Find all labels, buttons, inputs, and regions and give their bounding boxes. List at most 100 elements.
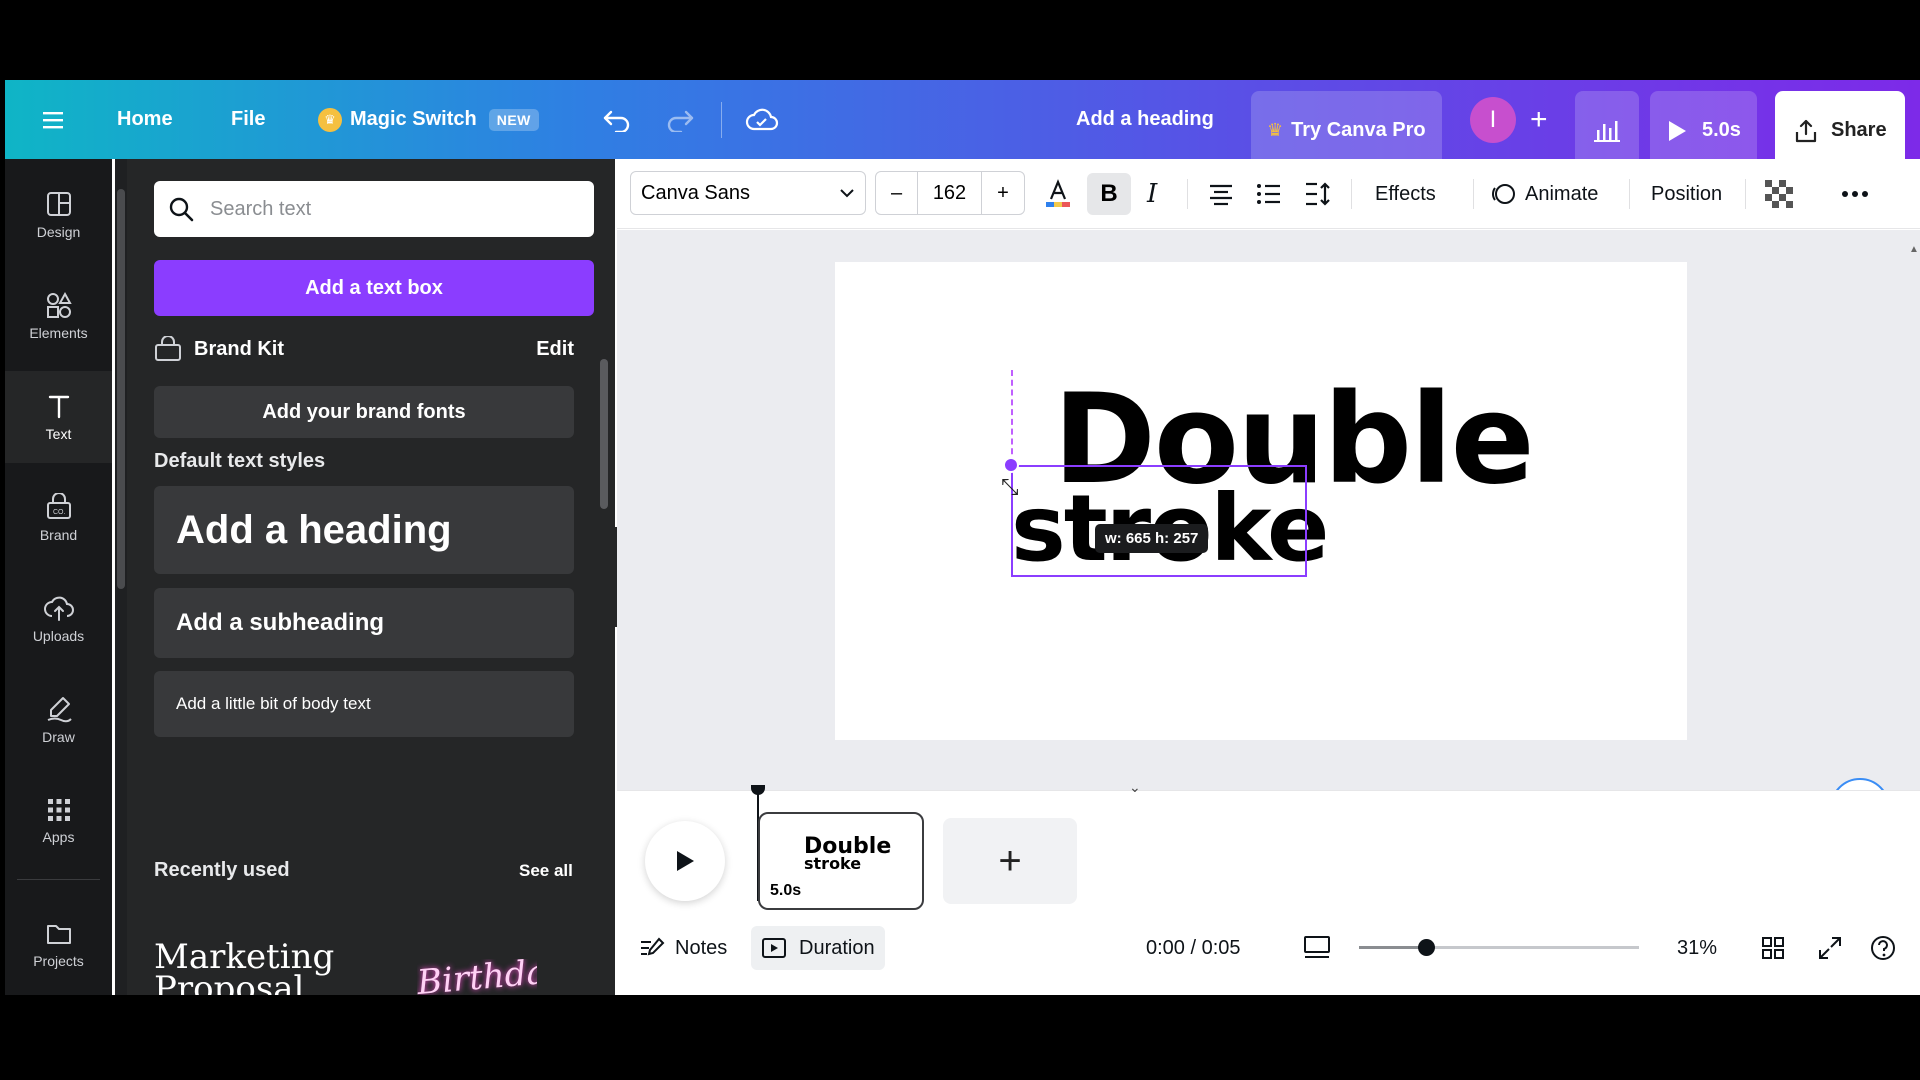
document-title[interactable]: Add a heading	[1076, 80, 1214, 159]
italic-button[interactable]: I	[1147, 159, 1157, 229]
font-family-value: Canva Sans	[641, 181, 750, 204]
uploads-icon	[43, 596, 74, 621]
rail-label: Text	[45, 426, 72, 442]
font-family-select[interactable]: Canva Sans	[630, 171, 866, 215]
duration-icon	[762, 938, 786, 958]
file-menu[interactable]: File	[231, 80, 265, 159]
rail-item-design[interactable]: Design	[5, 169, 112, 261]
resize-cursor-icon: ⤡	[1001, 474, 1019, 499]
text-color-button[interactable]	[1043, 159, 1073, 229]
default-text-styles-title: Default text styles	[154, 450, 326, 472]
add-brand-fonts-button[interactable]: Add your brand fonts	[154, 386, 574, 438]
rail-item-apps[interactable]: Apps	[5, 775, 112, 867]
rail-item-projects[interactable]: Projects	[5, 899, 112, 991]
bullet-list-icon[interactable]	[1255, 159, 1283, 229]
timeline-panel: ⌄ Double stroke 5.0s + Notes Duration 0:…	[617, 779, 1920, 995]
search-field[interactable]: Search text	[154, 181, 594, 237]
redo-icon[interactable]	[665, 80, 695, 159]
scroll-up-icon[interactable]: ▲	[1909, 244, 1919, 255]
add-heading-style[interactable]: Add a heading	[154, 486, 574, 574]
zoom-level[interactable]: 31%	[1677, 926, 1717, 970]
new-badge: NEW	[488, 108, 539, 131]
left-rail: Design Elements Text CO. Brand Uploads D…	[5, 159, 112, 995]
rail-label: Brand	[39, 527, 78, 543]
rail-item-text[interactable]: Text	[5, 371, 112, 463]
scroll-thumb[interactable]	[600, 359, 608, 509]
fullscreen-icon[interactable]	[1817, 926, 1843, 970]
chevron-down-icon	[840, 189, 854, 198]
resize-handle[interactable]	[1003, 457, 1019, 473]
text-icon	[48, 395, 69, 419]
try-pro-label: Try Canva Pro	[1291, 119, 1426, 141]
user-avatar[interactable]: I	[1470, 80, 1516, 159]
panel-scrollbar[interactable]	[597, 329, 611, 989]
add-body-text-style[interactable]: Add a little bit of body text	[154, 671, 574, 737]
help-icon[interactable]	[1869, 926, 1897, 970]
divider	[17, 879, 100, 880]
see-all-link[interactable]: See all	[519, 861, 573, 881]
font-size-increase-button[interactable]: +	[982, 172, 1024, 214]
grid-view-icon[interactable]	[1761, 926, 1785, 970]
svg-text:CO.: CO.	[53, 509, 66, 516]
template-title-line1: Marketing	[154, 939, 335, 977]
add-page-button[interactable]: +	[943, 818, 1077, 904]
playback-time: 0:00 / 0:05	[1146, 936, 1241, 959]
present-duration: 5.0s	[1702, 119, 1741, 141]
canva-editor: Home File ♛ Magic Switch NEW Add a headi…	[5, 80, 1920, 995]
canvas-vertical-scrollbar[interactable]: ▲ ▼	[1907, 230, 1920, 839]
projects-icon	[46, 925, 71, 944]
align-center-icon[interactable]	[1207, 159, 1235, 229]
zoom-slider-knob[interactable]	[1418, 939, 1435, 956]
transparency-icon[interactable]	[1765, 159, 1793, 229]
effects-button[interactable]: Effects	[1375, 159, 1436, 229]
font-size-stepper: – 162 +	[875, 171, 1025, 215]
animate-button[interactable]: Animate	[1489, 159, 1598, 229]
play-button[interactable]	[645, 821, 725, 901]
elements-icon	[46, 291, 72, 318]
thumbnail-line2: stroke	[804, 854, 862, 873]
add-subheading-style[interactable]: Add a subheading	[154, 588, 574, 658]
text-panel: Search text Add a text box Brand Kit Edi…	[127, 159, 615, 995]
brand-kit-label: Brand Kit	[194, 337, 284, 360]
rail-item-draw[interactable]: Draw	[5, 674, 112, 766]
playhead-handle[interactable]	[751, 785, 765, 795]
page-view-icon[interactable]	[1303, 926, 1331, 970]
birthday-girl-template[interactable]: Birthday	[417, 959, 537, 995]
more-options-icon[interactable]	[1841, 159, 1869, 229]
template-neon-text: Birthday	[417, 959, 537, 995]
position-button[interactable]: Position	[1651, 159, 1722, 229]
search-icon	[169, 197, 194, 222]
line-spacing-icon[interactable]	[1303, 159, 1333, 229]
menu-icon[interactable]	[43, 80, 67, 159]
rail-item-uploads[interactable]: Uploads	[5, 573, 112, 665]
undo-icon[interactable]	[602, 80, 632, 159]
home-link[interactable]: Home	[117, 80, 173, 159]
cloud-save-icon[interactable]	[745, 80, 779, 159]
add-text-box-button[interactable]: Add a text box	[154, 260, 594, 316]
selection-box[interactable]	[1011, 465, 1307, 577]
canvas-workspace: Double stroke ⤡ w: 665 h: 257 ▲ ▼ ◀ ▶	[617, 230, 1920, 866]
font-size-decrease-button[interactable]: –	[876, 172, 918, 214]
magic-switch-label: Magic Switch	[350, 108, 477, 130]
chevron-right-icon[interactable]: ›	[547, 985, 555, 995]
share-label: Share	[1831, 119, 1887, 141]
rail-item-brand[interactable]: CO. Brand	[5, 472, 112, 564]
font-size-input[interactable]: 162	[918, 172, 982, 214]
notes-button[interactable]: Notes	[639, 926, 727, 970]
scroll-thumb[interactable]	[117, 189, 125, 589]
magic-switch-button[interactable]: ♛ Magic Switch NEW	[318, 80, 539, 159]
brand-kit-edit-link[interactable]: Edit	[536, 338, 574, 361]
zoom-slider[interactable]	[1359, 939, 1639, 956]
duration-label: Duration	[799, 936, 875, 959]
design-page[interactable]: Double stroke ⤡ w: 665 h: 257	[835, 262, 1687, 740]
invite-plus-icon[interactable]: +	[1530, 80, 1548, 159]
duration-button[interactable]: Duration	[751, 926, 885, 970]
chevron-down-icon[interactable]: ⌄	[1129, 779, 1141, 796]
bold-button[interactable]: B	[1087, 173, 1131, 215]
notes-icon	[641, 937, 665, 956]
page-thumbnail[interactable]: Double stroke 5.0s	[758, 812, 924, 910]
rail-item-elements[interactable]: Elements	[5, 270, 112, 362]
rail-scrollbar[interactable]	[115, 159, 127, 995]
search-input[interactable]: Search text	[210, 198, 311, 221]
brand-kit-row: Brand Kit Edit	[154, 329, 574, 369]
